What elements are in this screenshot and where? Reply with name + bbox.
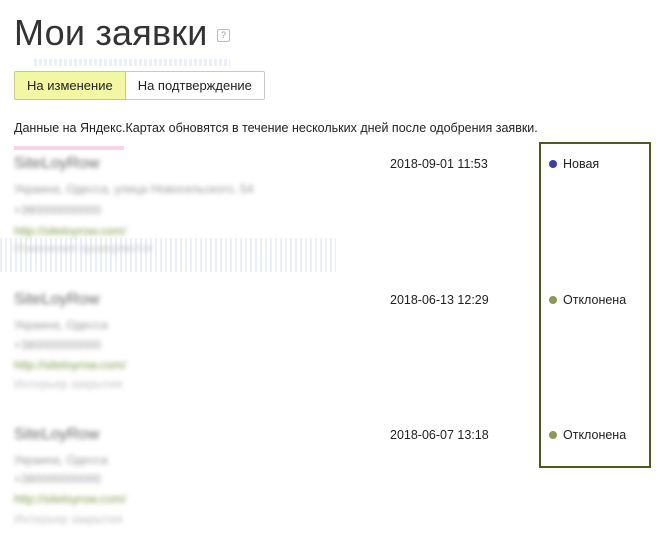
request-phone: +380000000000: [14, 338, 102, 352]
request-phone: +380000000000: [14, 203, 102, 217]
request-address: Украина, Одесса, улица Новосельского, 54: [14, 182, 254, 196]
request-note: Интерьер закрытия: [14, 512, 123, 526]
request-name: SiteLoyRow: [14, 426, 100, 443]
request-address: Украина, Одесса: [14, 453, 108, 467]
request-date: 2018-09-01 11:53: [390, 157, 488, 171]
status-dot-icon: [549, 160, 557, 168]
request-note: Интерьер закрытия: [14, 377, 123, 391]
status-dot-icon: [549, 296, 557, 304]
request-tabs: На изменение На подтверждение: [14, 71, 265, 100]
request-status-label: Новая: [563, 157, 600, 171]
tab-for-confirmation[interactable]: На подтверждение: [125, 71, 265, 100]
request-address: Украина, Одесса: [14, 318, 108, 332]
request-item[interactable]: SiteLoyRow Украина, Одесса, улица Новосе…: [14, 155, 654, 265]
request-note: Изменения проверяются: [14, 241, 152, 255]
request-status-label: Отклонена: [563, 293, 627, 307]
request-date: 2018-06-07 13:18: [390, 428, 489, 442]
request-status: Отклонена: [549, 428, 626, 442]
status-dot-icon: [549, 431, 557, 439]
request-name: SiteLoyRow: [14, 291, 100, 308]
help-icon[interactable]: ?: [217, 29, 230, 42]
request-name: SiteLoyRow: [14, 155, 100, 172]
request-url: http://siteloyrow.com/: [14, 492, 127, 506]
decorative-strip: [14, 146, 124, 150]
request-status: Новая: [549, 157, 599, 171]
request-status: Отклонена: [549, 293, 626, 307]
request-date: 2018-06-13 12:29: [390, 293, 489, 307]
request-item[interactable]: SiteLoyRow Украина, Одесса +380000000000…: [14, 426, 654, 526]
tab-for-change[interactable]: На изменение: [14, 71, 126, 100]
decorative-strip: [34, 59, 230, 66]
request-phone: +380000000000: [14, 472, 102, 486]
page-title: Мои заявки: [14, 12, 208, 53]
request-status-label: Отклонена: [563, 428, 627, 442]
request-url: http://siteloyrow.com/: [14, 358, 127, 372]
update-notice: Данные на Яндекс.Картах обновятся в тече…: [14, 121, 538, 135]
request-url: http://siteloyrow.com/: [14, 224, 127, 238]
request-item[interactable]: SiteLoyRow Украина, Одесса +380000000000…: [14, 291, 654, 391]
